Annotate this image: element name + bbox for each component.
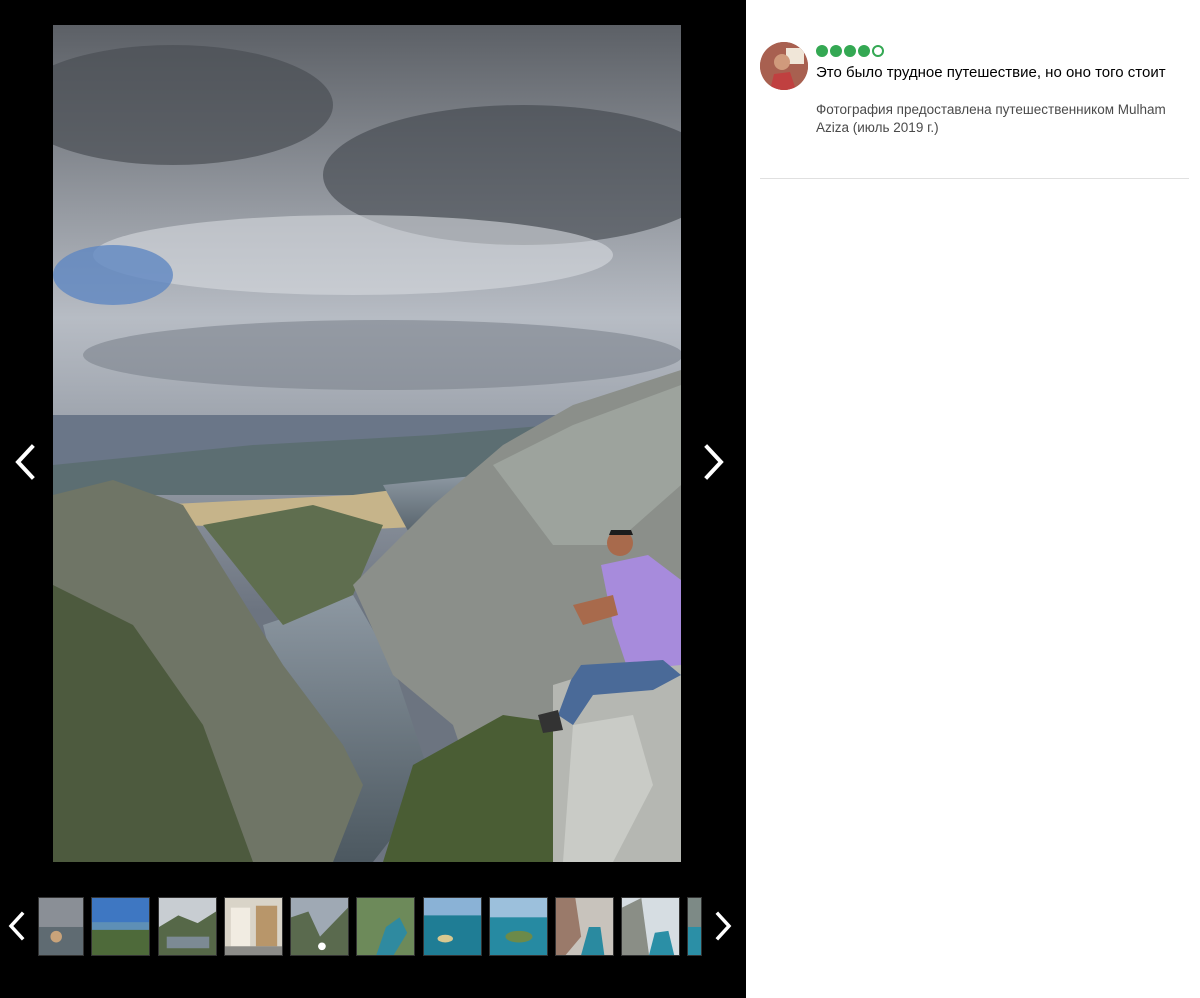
thumbnail[interactable] [356, 897, 415, 956]
avatar[interactable] [760, 42, 808, 90]
chevron-right-icon [704, 444, 724, 480]
photo-viewer [0, 0, 746, 998]
thumbnail[interactable] [290, 897, 349, 956]
thumbnail[interactable] [555, 897, 614, 956]
chevron-right-icon [715, 911, 732, 941]
rating-bubble-filled [858, 45, 870, 57]
thumbnail[interactable] [621, 897, 680, 956]
review-panel: Это было трудное путешествие, но оно тог… [746, 0, 1200, 998]
rating-bubble-filled [816, 45, 828, 57]
main-photo[interactable] [53, 25, 681, 862]
prev-photo-button[interactable] [8, 438, 42, 486]
thumbnail[interactable] [38, 897, 84, 956]
chevron-left-icon [15, 444, 35, 480]
thumbnail-strip-next-button[interactable] [710, 905, 738, 947]
thumbnail[interactable] [158, 897, 217, 956]
thumbnail[interactable] [687, 897, 702, 956]
chevron-left-icon [8, 911, 25, 941]
thumbnail[interactable] [224, 897, 283, 956]
thumbnail[interactable] [91, 897, 150, 956]
thumbnail-strip [38, 897, 702, 957]
thumbnail[interactable] [489, 897, 548, 956]
rating-bubble-filled [844, 45, 856, 57]
next-photo-button[interactable] [697, 438, 731, 486]
rating-bubble-empty [872, 45, 884, 57]
thumbnail[interactable] [423, 897, 482, 956]
rating-bubble-filled [830, 45, 842, 57]
thumbnail-strip-prev-button[interactable] [2, 905, 30, 947]
rating-bubbles [816, 45, 884, 57]
review-title: Это было трудное путешествие, но оно тог… [816, 64, 1166, 81]
photo-caption: Фотография предоставлена путешественнико… [816, 102, 1166, 135]
divider [760, 178, 1189, 179]
